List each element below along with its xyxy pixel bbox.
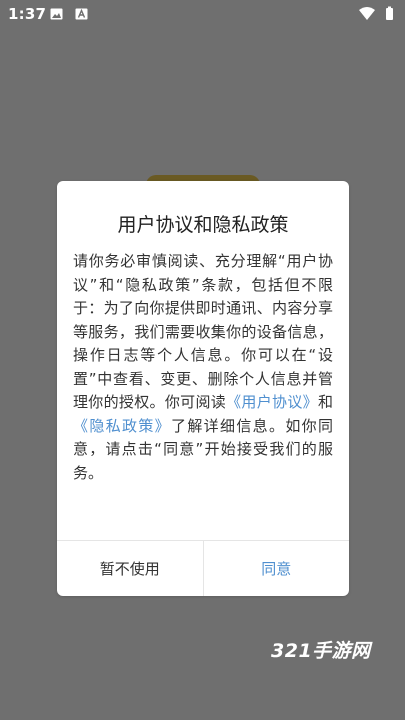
watermark: 321手游网 (271, 640, 371, 662)
dialog-title: 用户协议和隐私政策 (117, 214, 289, 236)
a-notification-icon (75, 8, 88, 20)
body-text-before-links: 请你务必审慎阅读、充分理解“用户协议”和“隐私政策”条款，包括但不限于：为了向你… (73, 252, 333, 411)
user-agreement-link[interactable]: 《用户协议》 (226, 393, 318, 411)
dialog-actions: 暂不使用 同意 (57, 541, 349, 596)
battery-icon (386, 6, 393, 20)
decline-button[interactable]: 暂不使用 (57, 541, 203, 596)
dialog-body: 请你务必审慎阅读、充分理解“用户协议”和“隐私政策”条款，包括但不限于：为了向你… (73, 250, 333, 485)
status-bar: 1:37 (0, 0, 405, 28)
wifi-icon (359, 6, 393, 20)
privacy-dialog: 用户协议和隐私政策 请你务必审慎阅读、充分理解“用户协议”和“隐私政策”条款，包… (57, 181, 349, 596)
image-notification-icon (50, 8, 63, 20)
status-time: 1:37 (8, 5, 47, 23)
agree-button[interactable]: 同意 (204, 541, 350, 596)
privacy-policy-link[interactable]: 《隐私政策》 (73, 417, 171, 435)
and-text: 和 (317, 393, 333, 411)
